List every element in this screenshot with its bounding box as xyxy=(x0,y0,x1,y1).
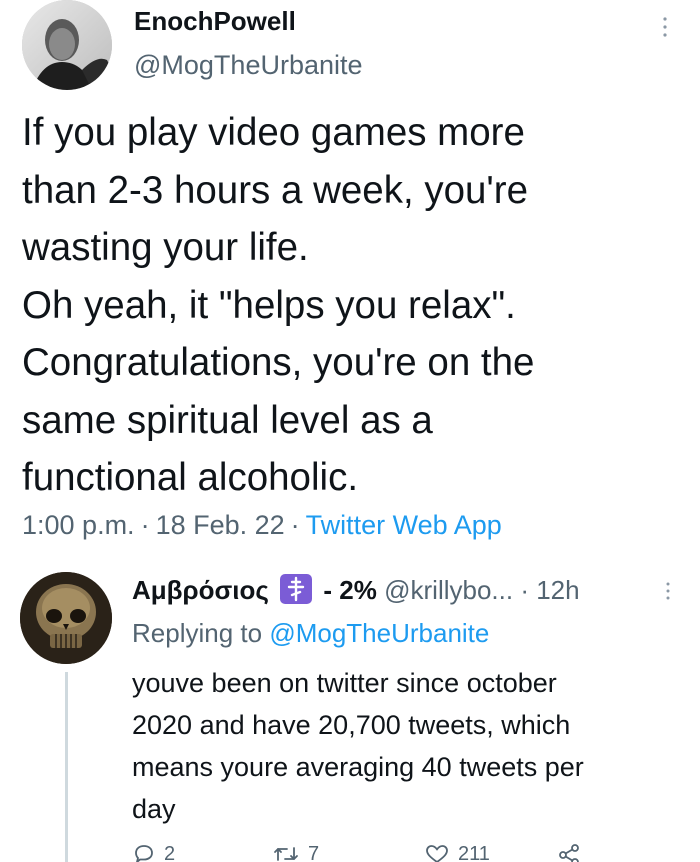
tweet-text-line: Oh yeah, it "helps you relax". xyxy=(22,283,516,327)
reply-author-handle[interactable]: @krillybo... xyxy=(384,575,513,605)
author-handle[interactable]: @MogTheUrbanite xyxy=(134,50,363,81)
main-tweet: EnochPowell @MogTheUrbanite If you play … xyxy=(0,0,700,560)
orthodox-cross-icon xyxy=(280,574,313,604)
skull-avatar-image xyxy=(20,572,112,664)
tweet-date[interactable]: 18 Feb. 22 xyxy=(156,510,285,540)
replying-to-mention-link[interactable]: @MogTheUrbanite xyxy=(269,618,489,648)
reply-author-flair: - 2% xyxy=(323,575,377,605)
tweet-metadata: 1:00 p.m. · 18 Feb. 22 · Twitter Web App xyxy=(22,510,502,541)
reply-text-line: 2020 and have 20,700 tweets, which xyxy=(132,710,571,740)
tweet-text: If you play video games more than 2-3 ho… xyxy=(22,104,682,507)
reply-tweet[interactable]: Αμβρόσιος - 2% @krillybo... · 12h Replyi… xyxy=(0,560,700,862)
reply-author-display-name[interactable]: Αμβρόσιος xyxy=(132,575,269,605)
reply-more-options-icon[interactable] xyxy=(660,578,676,606)
tweet-source-link[interactable]: Twitter Web App xyxy=(306,510,502,540)
reply-count: 2 xyxy=(164,842,176,862)
replying-to-label: Replying to xyxy=(132,618,263,648)
tweet-text-line: If you play video games more xyxy=(22,111,525,154)
tweet-text-line: than 2-3 hours a week, you're xyxy=(22,168,529,212)
author-avatar-image xyxy=(22,0,112,90)
retweet-action[interactable]: 7 xyxy=(272,842,319,862)
share-action[interactable] xyxy=(556,842,582,862)
reply-time[interactable]: · 12h xyxy=(520,575,579,605)
thread-line xyxy=(65,672,68,862)
retweet-icon xyxy=(274,847,298,861)
author-avatar[interactable] xyxy=(22,0,112,90)
reply-action[interactable]: 2 xyxy=(132,842,175,862)
retweet-count: 7 xyxy=(308,842,320,862)
like-action[interactable]: 211 xyxy=(424,842,490,862)
meta-separator: · xyxy=(290,510,300,540)
reply-text-line: means youre averaging 40 tweets per xyxy=(132,752,584,782)
meta-separator: · xyxy=(140,510,150,540)
reply-text-line: youve been on twitter since october xyxy=(132,668,557,698)
reply-author-avatar[interactable] xyxy=(20,572,112,664)
reply-text: youve been on twitter since october 2020… xyxy=(132,662,672,830)
comment-icon xyxy=(135,845,153,862)
share-icon xyxy=(559,844,579,862)
reply-text-line: day xyxy=(132,794,176,824)
tweet-text-line: same spiritual level as a xyxy=(22,398,433,442)
tweet-time[interactable]: 1:00 p.m. xyxy=(22,510,135,540)
replying-to: Replying to @MogTheUrbanite xyxy=(132,618,489,649)
tweet-text-line: Congratulations, you're on the xyxy=(22,341,535,384)
author-display-name[interactable]: EnochPowell xyxy=(134,6,296,37)
reply-actions-bar: 2 7 211 xyxy=(132,842,602,862)
heart-icon xyxy=(426,845,448,862)
tweet-text-line: functional alcoholic. xyxy=(22,456,359,499)
more-options-icon[interactable] xyxy=(655,12,675,42)
reply-header: Αμβρόσιος - 2% @krillybo... · 12h xyxy=(132,574,580,606)
tweet-text-line: wasting your life. xyxy=(22,226,309,269)
like-count: 211 xyxy=(458,842,490,862)
